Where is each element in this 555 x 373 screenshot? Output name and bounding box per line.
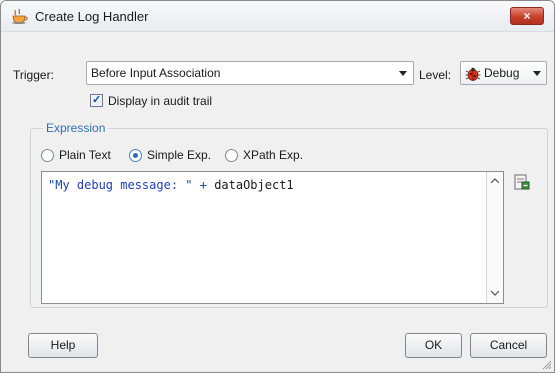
chevron-down-icon xyxy=(399,71,407,76)
simple-exp-radio[interactable] xyxy=(129,149,142,162)
trigger-select[interactable]: Before Input Association xyxy=(86,61,414,85)
code-identifier: dataObject1 xyxy=(214,178,294,192)
xpath-exp-label: XPath Exp. xyxy=(243,148,304,162)
level-value: Debug xyxy=(484,66,520,80)
expression-editor[interactable]: "My debug message: " + dataObject1 xyxy=(41,171,504,304)
radio-selected-dot xyxy=(133,153,138,158)
code-string: "My debug message: " xyxy=(48,178,193,192)
chevron-down-icon xyxy=(533,71,541,76)
chevron-up-icon[interactable] xyxy=(491,178,499,184)
bug-icon xyxy=(465,67,481,81)
expression-builder-icon[interactable] xyxy=(513,173,531,191)
level-select[interactable]: Debug xyxy=(460,61,547,85)
code-operator: + xyxy=(192,178,215,192)
audit-trail-label: Display in audit trail xyxy=(108,94,213,108)
expression-group-label: Expression xyxy=(43,121,109,135)
checkmark-icon: ✓ xyxy=(92,94,102,106)
dialog-title: Create Log Handler xyxy=(35,9,149,24)
title-bar: Create Log Handler × xyxy=(1,1,554,32)
plain-text-label: Plain Text xyxy=(59,148,111,162)
plain-text-radio[interactable] xyxy=(41,149,54,162)
audit-trail-checkbox[interactable]: ✓ xyxy=(90,94,103,107)
close-icon: × xyxy=(523,9,531,23)
close-button[interactable]: × xyxy=(510,7,544,25)
coffee-cup-icon xyxy=(12,8,28,24)
help-button[interactable]: Help xyxy=(28,333,98,358)
xpath-exp-radio[interactable] xyxy=(225,149,238,162)
vertical-scrollbar[interactable] xyxy=(486,172,503,303)
ok-button[interactable]: OK xyxy=(405,333,462,358)
trigger-label: Trigger: xyxy=(13,68,54,82)
chevron-down-icon[interactable] xyxy=(491,290,499,296)
cancel-button[interactable]: Cancel xyxy=(470,333,547,358)
create-log-handler-dialog: Create Log Handler × Trigger: Before Inp… xyxy=(0,0,555,373)
expression-code: "My debug message: " + dataObject1 xyxy=(48,178,294,192)
trigger-value: Before Input Association xyxy=(91,66,221,80)
level-label: Level: xyxy=(419,68,452,82)
simple-exp-label: Simple Exp. xyxy=(147,148,212,162)
resize-grip-icon[interactable] xyxy=(542,360,552,370)
